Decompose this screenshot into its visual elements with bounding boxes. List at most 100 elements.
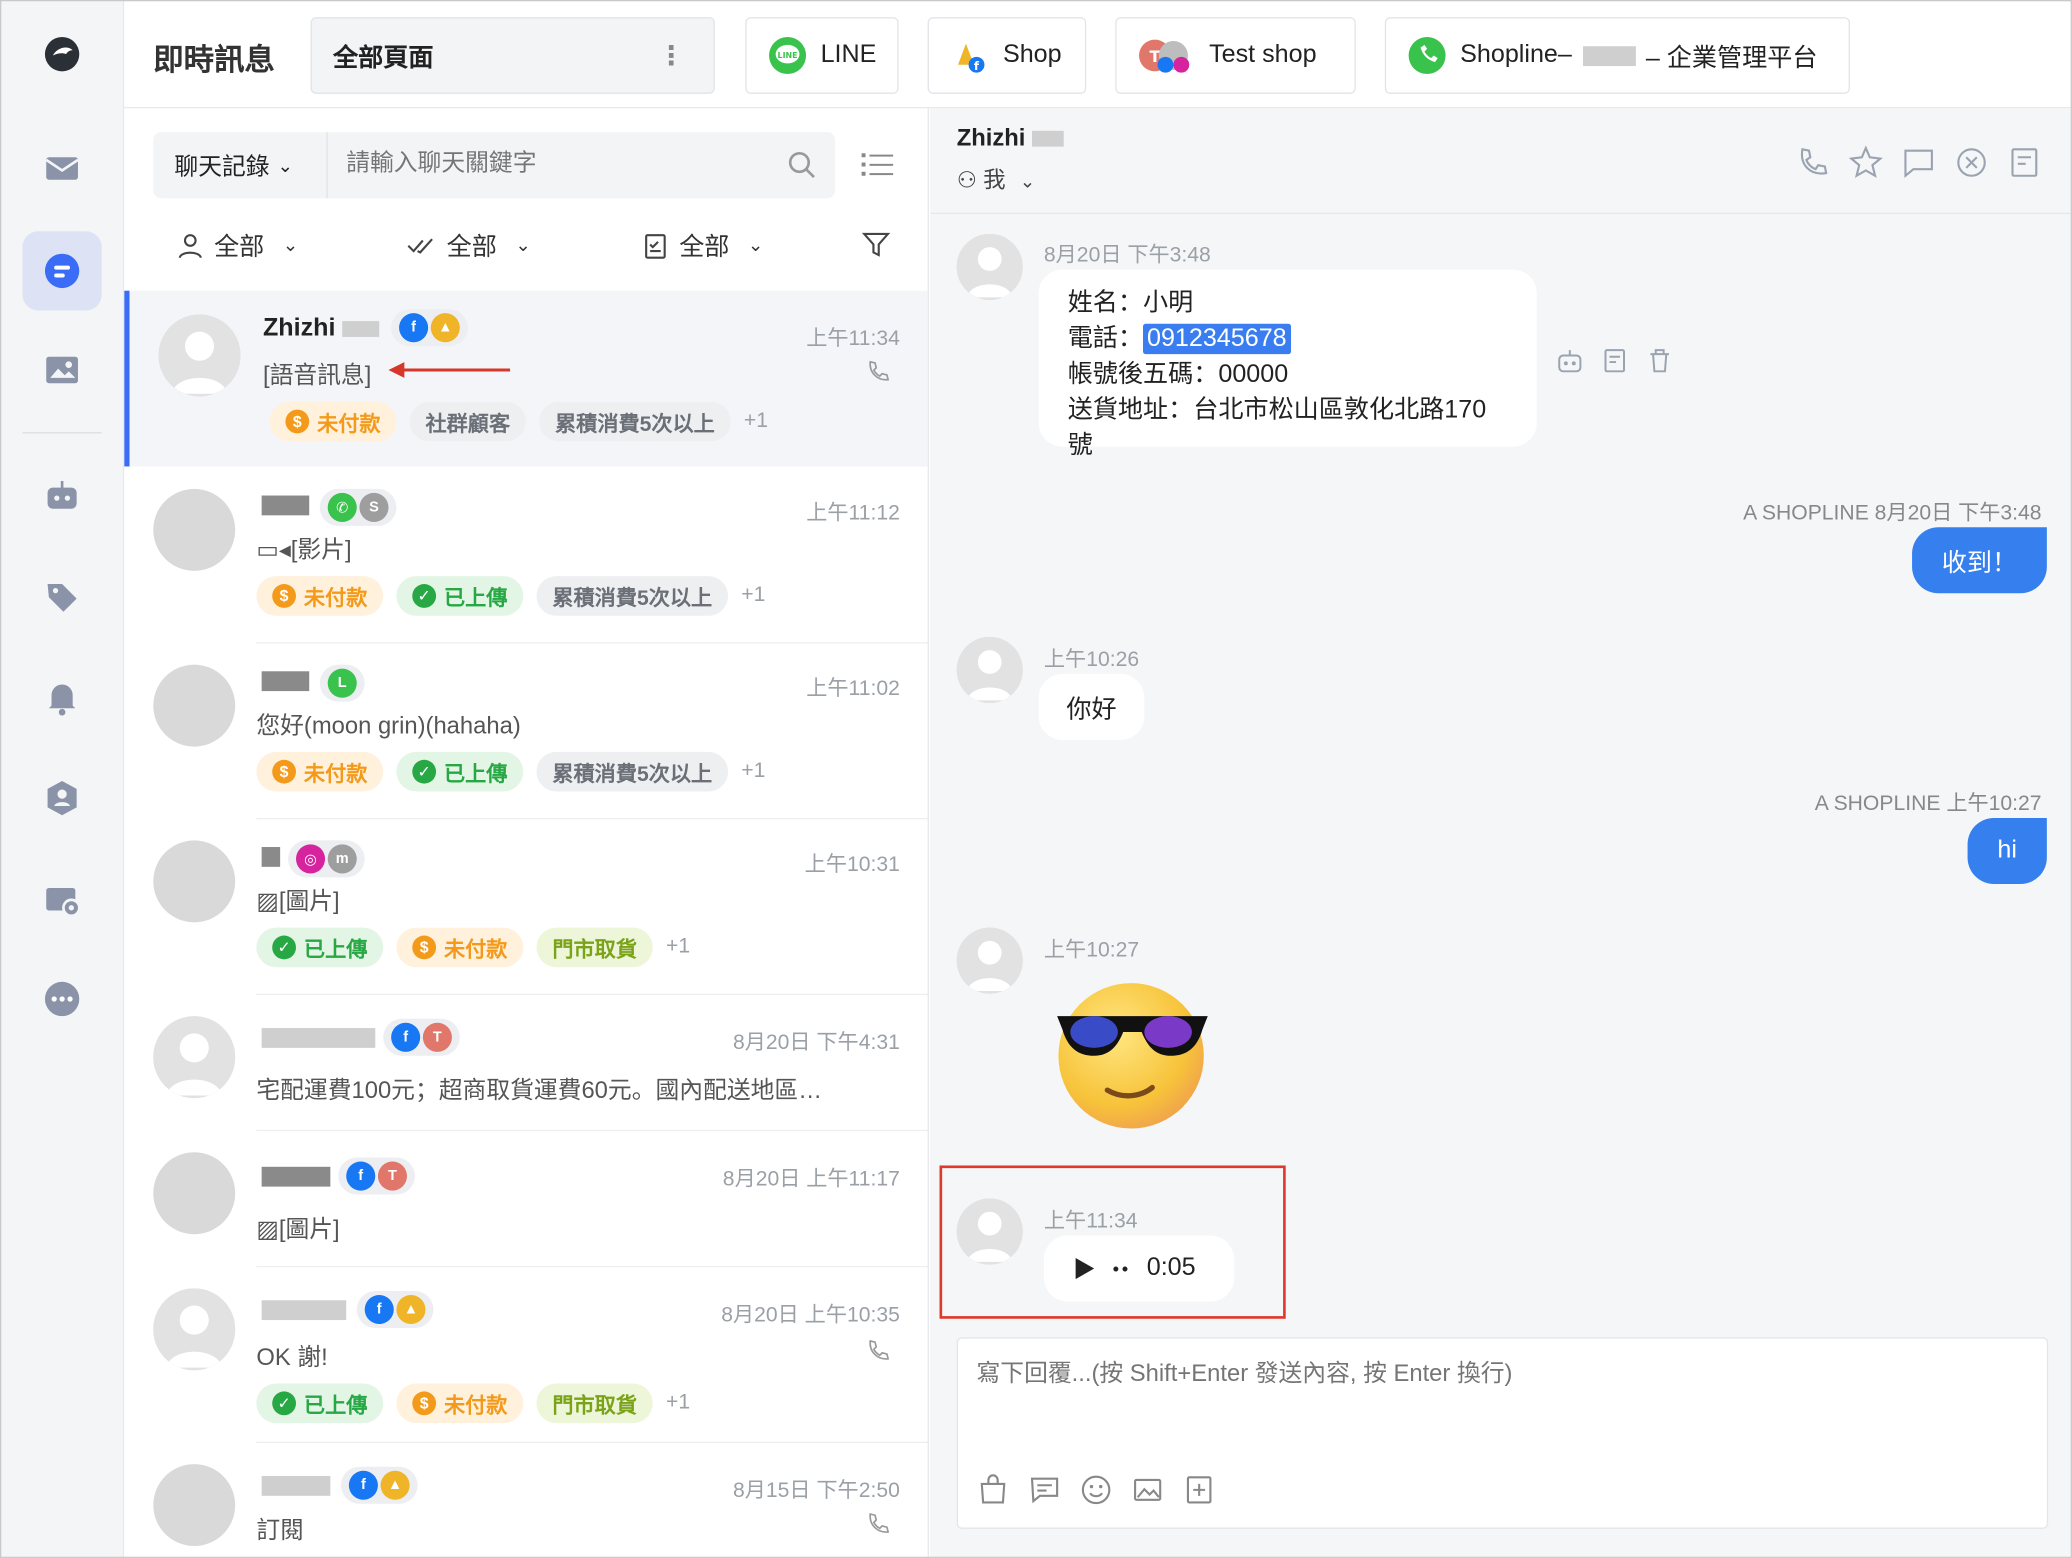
phone-icon (869, 1513, 890, 1533)
tag-uploaded: ✓ 已上傳 (396, 576, 524, 616)
assignee-filter[interactable]: 全部 ⌄ (177, 227, 298, 263)
whatsapp-icon (1407, 36, 1447, 76)
image-icon: ▨ (256, 1215, 279, 1243)
conversation-item[interactable]: ◎ m 上午10:31 ▨[圖片] ✓ 已上傳 $ 未付款 門市取貨 +1 (124, 819, 928, 996)
person-icon (178, 233, 202, 258)
rail-divider (22, 432, 102, 434)
tag-row: $ 未付款 ✓ 已上傳 累積消費5次以上 +1 (256, 751, 765, 792)
conversation-item[interactable]: ✆ S 上午11:12 ▭◂[影片] $ 未付款 ✓ 已上傳 累積消費5次以上 +1 (124, 468, 928, 644)
tag-icon[interactable] (22, 558, 101, 637)
tab-shopline-admin[interactable]: Shopline– – 企業管理平台 (1384, 17, 1850, 94)
avatar (153, 840, 236, 923)
bot-icon[interactable] (1555, 346, 1584, 375)
image-upload-icon[interactable] (1131, 1473, 1164, 1506)
chat-contact-name: Zhizhi (957, 124, 1064, 152)
shop-icon: f (950, 36, 990, 76)
chevron-down-icon: ⌄ (282, 233, 299, 256)
phone-icon[interactable] (1796, 145, 1830, 179)
whatsapp-icon: ✆ (327, 492, 357, 522)
shopping-bag-icon[interactable] (977, 1473, 1010, 1506)
shop-icon: ▲ (430, 313, 460, 343)
tag-row: $ 未付款 ✓ 已上傳 累積消費5次以上 +1 (256, 576, 765, 616)
search-bar: 聊天記錄 ⌄ (153, 132, 836, 199)
tag-row: $ 未付款 社群顧客 累積消費5次以上 +1 (269, 401, 768, 442)
list-view-icon[interactable] (861, 151, 894, 180)
bell-icon[interactable] (22, 658, 101, 737)
video-icon: ▭◂ (256, 536, 291, 563)
chat-icon[interactable] (22, 231, 102, 311)
card-settings-icon[interactable] (22, 860, 101, 939)
tag-store-pickup: 門市取貨 (536, 1383, 653, 1424)
last-message-preview: OK 謝! (256, 1343, 328, 1371)
customer-avatar (956, 233, 1023, 300)
status-filter[interactable]: 全部 ⌄ (407, 227, 531, 263)
test-shop-icon: T (377, 1161, 407, 1191)
conversation-item[interactable]: f ▲ 8月20日 上午10:35 OK 謝! ✓ 已上傳 $ 未付款 門市取貨 +… (124, 1267, 928, 1443)
message-time: 上午10:27 (1043, 939, 1140, 962)
tab-label: LINE (820, 40, 877, 69)
contact-name (261, 492, 310, 521)
more-icon[interactable] (22, 959, 101, 1038)
tab-all-pages[interactable]: 全部頁面 ⋮ (310, 17, 715, 94)
add-note-icon[interactable] (1183, 1473, 1216, 1506)
search-scope-select[interactable]: 聊天記錄 ⌄ (153, 132, 328, 199)
image-icon[interactable] (22, 330, 101, 409)
channel-badges: ◎ m (288, 840, 365, 878)
more-vert-icon[interactable]: ⋮ (658, 39, 684, 72)
contact-icon[interactable] (22, 758, 101, 837)
close-circle-icon[interactable] (1954, 145, 1988, 179)
star-icon[interactable] (1848, 145, 1883, 179)
emoji-icon[interactable] (1080, 1473, 1113, 1506)
tag-uploaded: ✓ 已上傳 (396, 751, 524, 792)
phone-number-link[interactable]: 0912345678 (1143, 323, 1291, 355)
search-icon[interactable] (788, 151, 817, 180)
conversation-item[interactable]: L 上午11:02 您好(moon grin)(hahaha) $ 未付款 ✓ 已上… (124, 644, 928, 820)
reply-input[interactable] (976, 1354, 2021, 1434)
tab-label-left: Shopline– (1460, 40, 1572, 69)
filter-label: 全部 (446, 233, 497, 262)
bot-icon[interactable] (22, 456, 101, 535)
search-input[interactable] (346, 149, 770, 178)
conversation-item[interactable]: f T 8月20日 上午11:17 ▨[圖片] (124, 1131, 928, 1268)
logo-icon[interactable] (22, 15, 101, 94)
facebook-icon: f (346, 1161, 376, 1191)
more-tags-count[interactable]: +1 (741, 584, 765, 608)
more-tags-count[interactable]: +1 (666, 1391, 690, 1415)
assignee-select[interactable]: ⚇ 我 ⌄ (957, 161, 1036, 194)
tab-shop[interactable]: f Shop (927, 17, 1087, 94)
last-message-time: 8月15日 下午2:50 (732, 1479, 900, 1503)
message-bubble: 姓名：小明 電話： 0912345678 帳號後五碼：00000 送貨地址：台北市… (1038, 269, 1537, 460)
filter-icon[interactable] (861, 230, 891, 259)
conversation-item[interactable]: f T 8月20日 下午4:31 宅配運費100元；超商取貨運費60元。國內配送… (124, 995, 928, 1132)
tab-line[interactable]: LINE LINE (745, 17, 899, 94)
shop-icon: ▲ (380, 1470, 410, 1500)
tab-test-shop[interactable]: T Test shop (1115, 17, 1356, 94)
note-icon[interactable] (2007, 145, 2041, 179)
more-tags-count[interactable]: +1 (741, 760, 765, 784)
tag-social: 社群顧客 (409, 401, 526, 442)
chevron-down-icon: ⌄ (277, 153, 293, 176)
tag-store-pickup: 門市取貨 (536, 927, 653, 968)
more-tags-count[interactable]: +1 (666, 936, 690, 960)
tag-unpaid: $ 未付款 (256, 576, 384, 616)
contact-name (261, 1296, 347, 1325)
tag-repeat: 累積消費5次以上 (539, 401, 731, 442)
template-message-icon[interactable] (1028, 1473, 1061, 1506)
instagram-icon: ◎ (295, 844, 326, 874)
filter-label: 全部 (679, 233, 730, 262)
shop-icon: ▲ (396, 1294, 426, 1325)
mail-icon[interactable] (22, 128, 101, 207)
shopline-icon: S (359, 492, 389, 522)
comment-icon[interactable] (1901, 145, 1935, 179)
clipboard-icon (645, 233, 666, 259)
conversation-item[interactable]: f ▲ 8月15日 下午2:50 訂閱 (124, 1443, 927, 1557)
trash-icon[interactable] (1645, 346, 1674, 375)
tab-label: Test shop (1209, 40, 1317, 69)
note-icon[interactable] (1600, 346, 1629, 375)
task-filter[interactable]: 全部 ⌄ (642, 227, 763, 263)
more-tags-count[interactable]: +1 (744, 410, 768, 434)
double-check-icon (407, 237, 433, 254)
avatar (153, 1016, 236, 1099)
conversation-item[interactable]: Zhizhi f ▲ 上午11:34 [語音訊息] $ 未付款 社群顧客 累積消費… (124, 290, 928, 467)
facebook-icon: f (399, 313, 429, 343)
